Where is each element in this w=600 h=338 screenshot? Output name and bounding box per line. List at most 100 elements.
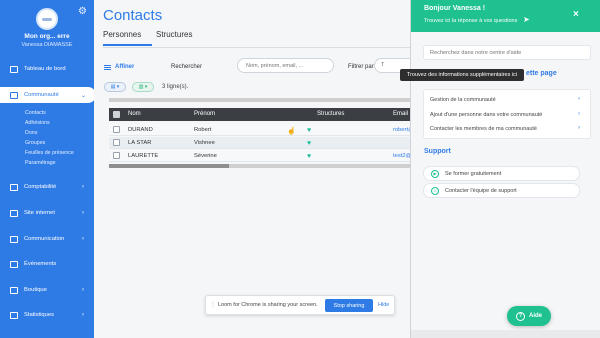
gear-icon[interactable]: ⚙: [78, 6, 87, 17]
row-checkbox[interactable]: [113, 126, 120, 133]
sidebar-item-comptabilite[interactable]: Comptabilité ›: [0, 179, 94, 195]
support-item-contact[interactable]: ☺ Contacter l'équipe de support: [423, 183, 580, 198]
sidebar-item-communication[interactable]: Communication ›: [0, 231, 94, 247]
sidebar-item-label: Événements: [24, 261, 57, 267]
accounting-icon: [10, 183, 18, 191]
sidebar-item-communaute[interactable]: Communauté ⌄: [0, 87, 96, 103]
user-name: Vanessa DIAMASSE: [21, 42, 73, 48]
chevron-right-icon: ›: [82, 210, 84, 216]
chevron-right-icon: ›: [578, 111, 580, 117]
cell-nom: LA STAR: [128, 140, 152, 146]
help-link-contacter[interactable]: Contacter les membres de ma communauté: [430, 126, 537, 132]
table-view-toggle[interactable]: ▤ ▾: [104, 82, 126, 92]
active-tab-indicator: [103, 44, 152, 46]
divider: [103, 47, 410, 48]
column-view-toggle[interactable]: ▥ ▾: [132, 82, 154, 92]
row-count: 3 ligne(s).: [162, 84, 189, 90]
help-link-gestion[interactable]: Gestion de la communauté: [430, 97, 496, 103]
chevron-right-icon: ›: [578, 96, 580, 102]
calendar-icon: [10, 260, 18, 268]
sidebar-item-label: Communication: [24, 236, 65, 242]
panel-footer-strip: [411, 330, 600, 338]
search-input[interactable]: [237, 58, 334, 73]
mouse-cursor-icon: ➤: [523, 15, 530, 24]
sidebar-subitem-parametrage[interactable]: Paramétrage: [25, 160, 56, 166]
help-panel-title: Bonjour Vanessa !: [424, 5, 486, 12]
row-checkbox[interactable]: [113, 139, 120, 146]
sidebar-subitem-feuilles-presence[interactable]: Feuilles de présence: [25, 150, 74, 156]
community-icon: [10, 91, 18, 99]
chevron-right-icon: ›: [578, 125, 580, 131]
table-row[interactable]: LA STAR Vishnee ♥: [109, 137, 410, 149]
support-item-label: Se former gratuitement: [445, 171, 502, 177]
chevron-right-icon: ›: [82, 312, 84, 318]
help-search-input[interactable]: [423, 45, 591, 60]
close-icon[interactable]: ×: [573, 9, 579, 20]
sidebar-subitem-contacts[interactable]: Contacts: [25, 110, 46, 116]
help-panel-subtitle: Trouvez ici la réponse à vos questions: [424, 18, 518, 24]
row-checkbox[interactable]: [113, 152, 120, 159]
communication-icon: [10, 235, 18, 243]
cell-email[interactable]: test2@: [393, 153, 411, 159]
heart-icon[interactable]: ♥: [307, 127, 311, 134]
sidebar-item-label: Site internet: [24, 210, 55, 216]
hide-button[interactable]: Hide: [378, 302, 389, 308]
page-title: Contacts: [103, 7, 163, 24]
help-panel-header: Bonjour Vanessa ! Trouvez ici la réponse…: [411, 0, 600, 32]
heart-icon[interactable]: ♥: [307, 140, 311, 147]
sidebar: ⚙ Mon org... erre Vanessa DIAMASSE Table…: [0, 0, 96, 338]
chevron-right-icon: ›: [82, 236, 84, 242]
sidebar-item-label: Comptabilité: [24, 184, 57, 190]
question-icon: ?: [515, 311, 525, 321]
drag-handle-icon[interactable]: ⋮: [210, 301, 216, 308]
tab-personnes[interactable]: Personnes: [103, 30, 141, 39]
cell-nom: LAURETTE: [128, 153, 159, 159]
sidebar-item-label: Tableau de bord: [24, 66, 66, 72]
filter-menu-icon[interactable]: [104, 65, 111, 70]
support-title: Support: [424, 148, 451, 155]
table-row[interactable]: DURAND Robert ☝ ♥ robert@: [109, 124, 414, 136]
chevron-right-icon: ›: [82, 287, 84, 293]
sidebar-subitem-adhesions[interactable]: Adhésions: [25, 120, 50, 126]
sidebar-subitem-dons[interactable]: Dons: [25, 130, 37, 136]
horizontal-scrollbar[interactable]: [109, 164, 410, 168]
column-header-nom[interactable]: Nom: [128, 111, 141, 117]
sidebar-item-label: Communauté: [24, 92, 59, 98]
column-header-prenom[interactable]: Prénom: [194, 111, 215, 117]
support-item-formation[interactable]: ▶ Se former gratuitement: [423, 166, 580, 181]
sidebar-item-label: Boutique: [24, 287, 47, 293]
column-header-structures[interactable]: Structures: [317, 111, 344, 117]
table-row[interactable]: LAURETTE Séverine ♥ test2@: [109, 150, 411, 162]
organization-logo[interactable]: [36, 8, 58, 30]
sidebar-item-boutique[interactable]: Boutique ›: [0, 282, 94, 298]
stop-sharing-button[interactable]: Stop sharing: [325, 299, 373, 312]
organization-name: Mon org... erre: [24, 33, 70, 40]
shop-icon: [10, 286, 18, 294]
sidebar-item-site-internet[interactable]: Site internet ›: [0, 205, 94, 221]
sidebar-item-statistiques[interactable]: Statistiques ›: [0, 307, 94, 323]
sidebar-item-label: Statistiques: [24, 312, 54, 318]
affiner-button[interactable]: Affiner: [115, 64, 134, 70]
cell-prenom: Robert: [194, 127, 212, 133]
aide-button-label: Aide: [528, 313, 542, 319]
horizontal-scrollbar-top[interactable]: [109, 98, 410, 102]
website-icon: [10, 209, 18, 217]
column-header-email[interactable]: Email: [393, 111, 408, 117]
table-header: Nom Prénom Structures Email: [109, 108, 410, 121]
sidebar-subitem-groupes[interactable]: Groupes: [25, 140, 45, 146]
sidebar-item-evenements[interactable]: Événements: [0, 256, 94, 272]
filter-label: Filtrer par: [348, 64, 374, 70]
select-all-checkbox[interactable]: [113, 111, 120, 118]
tab-structures[interactable]: Structures: [156, 30, 192, 39]
cell-prenom: Séverine: [194, 153, 217, 159]
aide-button[interactable]: ? Aide: [507, 306, 551, 326]
main-content: Contacts Personnes Structures Affiner Re…: [94, 0, 414, 338]
support-smiley-icon: ☺: [431, 187, 439, 195]
help-link-ajout[interactable]: Ajout d'une personne dans votre communau…: [430, 112, 542, 118]
sidebar-item-tableau-de-bord[interactable]: Tableau de bord: [0, 61, 94, 77]
heart-icon[interactable]: ♥: [307, 153, 311, 160]
cell-nom: DURAND: [128, 127, 153, 133]
loom-sharing-text: Loom for Chrome is sharing your screen.: [218, 302, 318, 308]
pointer-hand-icon: ☝: [287, 128, 296, 135]
support-item-label: Contacter l'équipe de support: [445, 188, 517, 194]
